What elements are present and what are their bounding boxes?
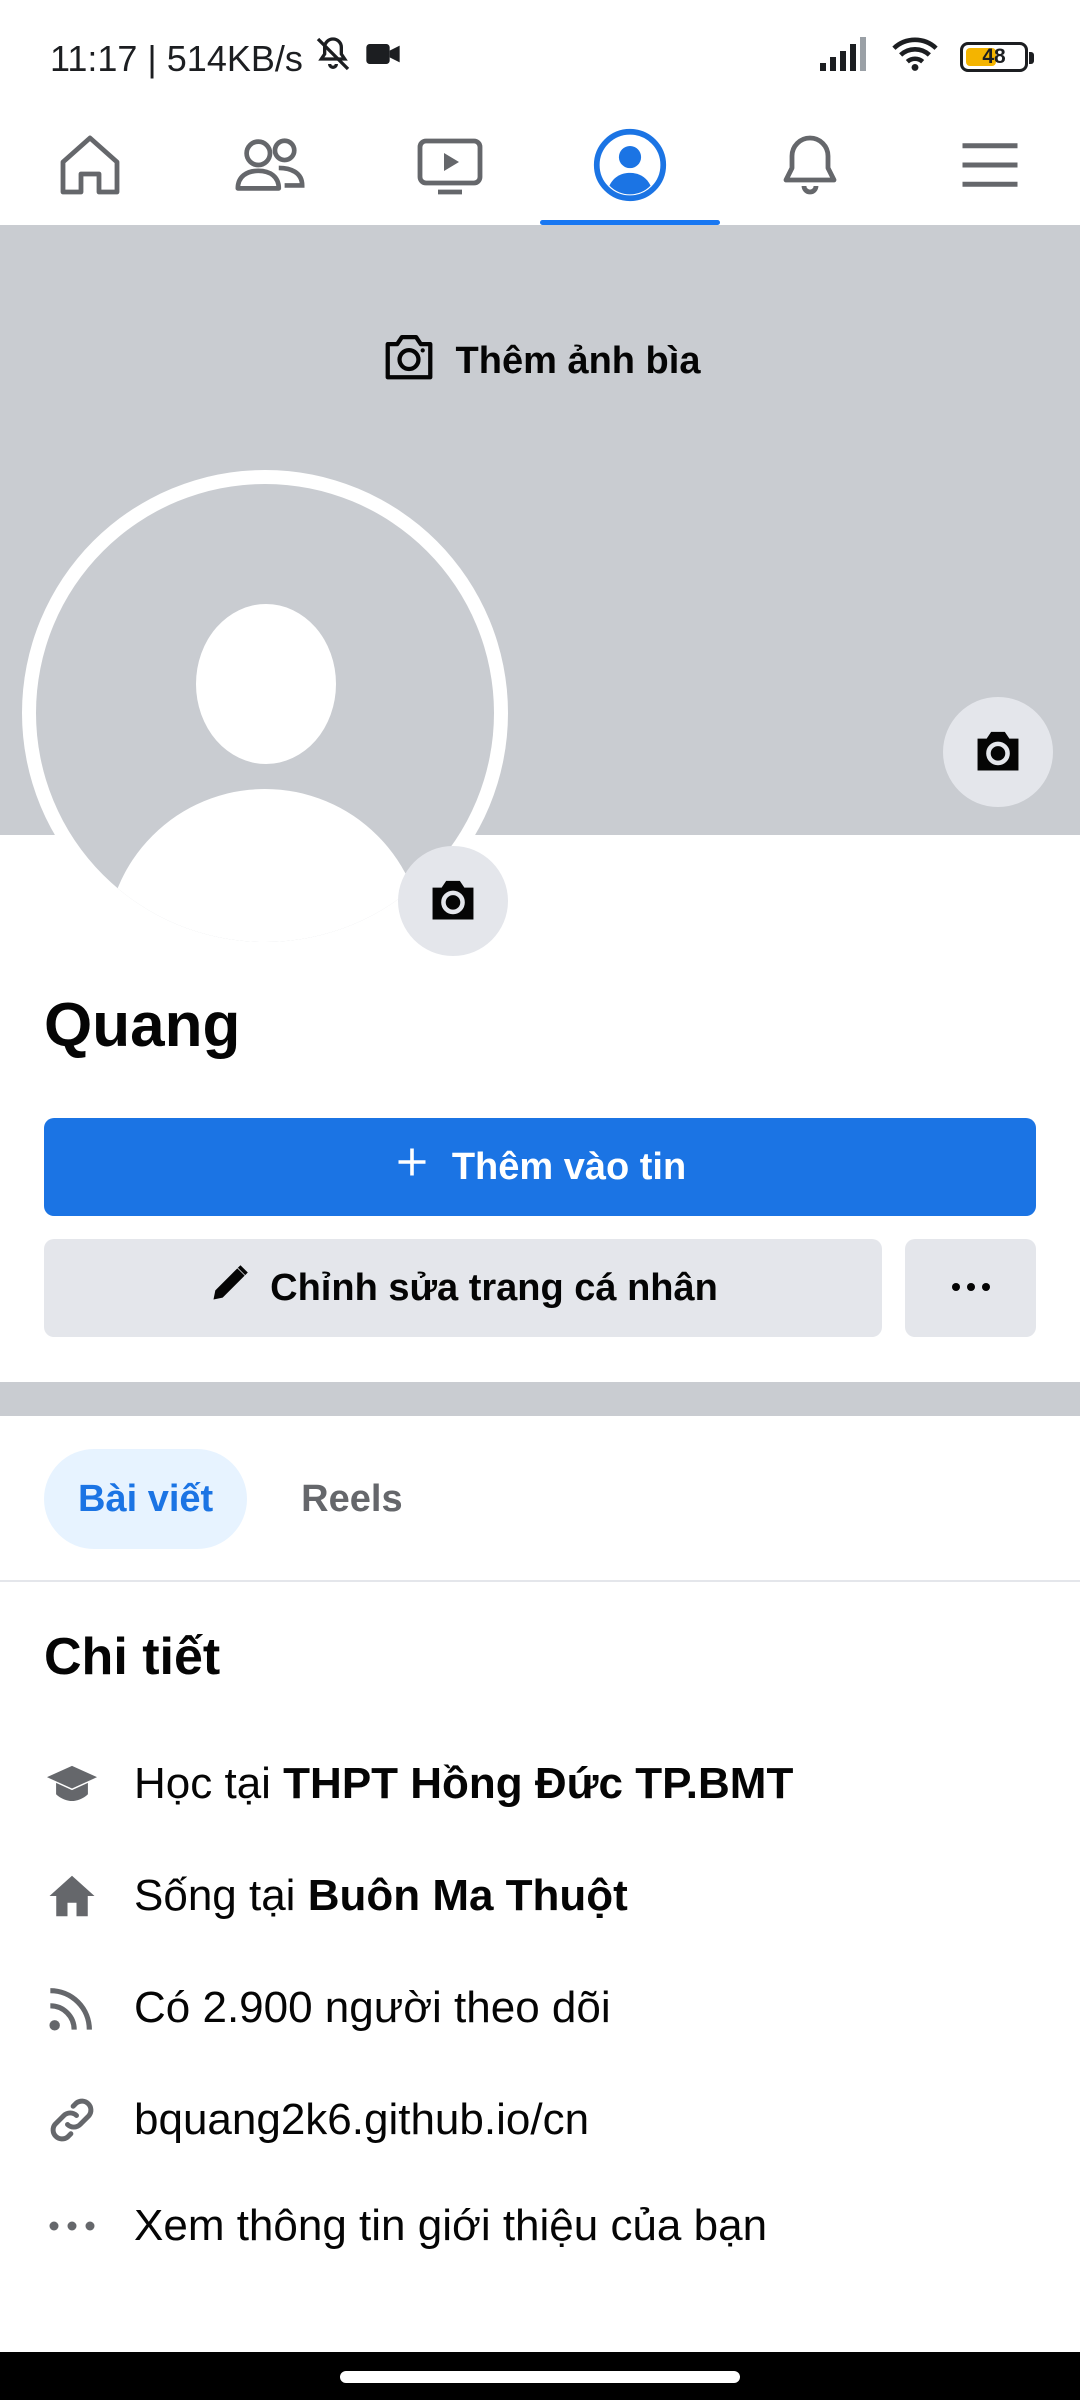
education-school[interactable]: THPT Hồng Đức TP.BMT	[283, 1759, 793, 1808]
detail-link: bquang2k6.github.io/cn	[44, 2092, 589, 2148]
avatar-body-shape	[106, 789, 424, 942]
status-time-speed: 11:17 | 514KB/s	[50, 37, 303, 79]
avatar-camera-button[interactable]	[398, 846, 508, 956]
content-tabs: Bài viết Reels	[44, 1449, 437, 1549]
section-separator	[0, 1382, 1080, 1416]
detail-education: Học tại THPT Hồng Đức TP.BMT	[44, 1756, 793, 1812]
add-cover-label: Thêm ảnh bìa	[455, 339, 701, 382]
status-bar: 11:17 | 514KB/s 48	[0, 0, 1080, 110]
ellipsis-icon	[44, 2198, 100, 2254]
top-nav	[0, 110, 1080, 225]
detail-see-about[interactable]: Xem thông tin giới thiệu của bạn	[44, 2198, 767, 2254]
tab-friends[interactable]	[180, 110, 360, 225]
video-icon	[414, 129, 486, 206]
pencil-icon	[208, 1261, 252, 1315]
tab-notifications[interactable]	[720, 110, 900, 225]
camera-icon	[970, 725, 1026, 780]
add-cover-photo-button[interactable]: Thêm ảnh bìa	[0, 330, 1080, 392]
tab-posts[interactable]: Bài viết	[44, 1449, 248, 1549]
profile-name: Quang	[44, 991, 241, 1060]
tab-profile[interactable]	[540, 110, 720, 225]
add-to-story-button[interactable]: Thêm vào tin	[44, 1118, 1036, 1216]
camera-icon	[425, 874, 481, 929]
wifi-icon	[892, 36, 938, 77]
video-camera-icon	[363, 34, 403, 83]
avatar-head-shape	[196, 604, 336, 764]
plus-icon	[394, 1144, 430, 1190]
more-options-button[interactable]	[905, 1239, 1036, 1337]
details-title: Chi tiết	[44, 1628, 221, 1686]
mute-icon	[313, 34, 353, 83]
website-link[interactable]: bquang2k6.github.io/cn	[134, 2095, 589, 2145]
cover-camera-button[interactable]	[943, 697, 1053, 807]
profile-icon	[592, 127, 668, 208]
location-city[interactable]: Buôn Ma Thuột	[308, 1871, 628, 1920]
battery-level: 48	[982, 44, 1006, 68]
tab-video[interactable]	[360, 110, 540, 225]
divider	[0, 1580, 1080, 1582]
bell-icon	[774, 129, 846, 206]
detail-followers: Có 2.900 người theo dõi	[44, 1980, 611, 2036]
friends-icon	[232, 129, 308, 206]
home-solid-icon	[44, 1868, 100, 1924]
followers-text[interactable]: Có 2.900 người theo dõi	[134, 1983, 611, 2033]
add-to-story-label: Thêm vào tin	[451, 1145, 687, 1188]
status-right: 48	[820, 36, 1034, 77]
edit-profile-button[interactable]: Chỉnh sửa trang cá nhân	[44, 1239, 882, 1337]
signal-icon	[820, 37, 870, 76]
location-prefix: Sống tại	[134, 1871, 308, 1920]
status-left: 11:17 | 514KB/s	[50, 34, 403, 83]
more-dots-icon	[951, 1279, 991, 1297]
graduation-cap-icon	[44, 1756, 100, 1812]
menu-icon	[957, 135, 1023, 200]
home-icon	[54, 129, 126, 206]
camera-outline-icon	[380, 330, 438, 392]
system-navigation-bar	[0, 2352, 1080, 2400]
link-icon	[44, 2092, 100, 2148]
tab-reels[interactable]: Reels	[267, 1449, 436, 1549]
education-prefix: Học tại	[134, 1759, 284, 1808]
battery-icon: 48	[960, 41, 1034, 72]
tab-home[interactable]	[0, 110, 180, 225]
detail-location: Sống tại Buôn Ma Thuột	[44, 1868, 628, 1924]
see-about-label: Xem thông tin giới thiệu của bạn	[134, 2201, 768, 2250]
tab-menu[interactable]	[900, 110, 1080, 225]
home-indicator[interactable]	[340, 2371, 740, 2383]
rss-followers-icon	[44, 1980, 100, 2036]
edit-profile-label: Chỉnh sửa trang cá nhân	[270, 1266, 718, 1309]
